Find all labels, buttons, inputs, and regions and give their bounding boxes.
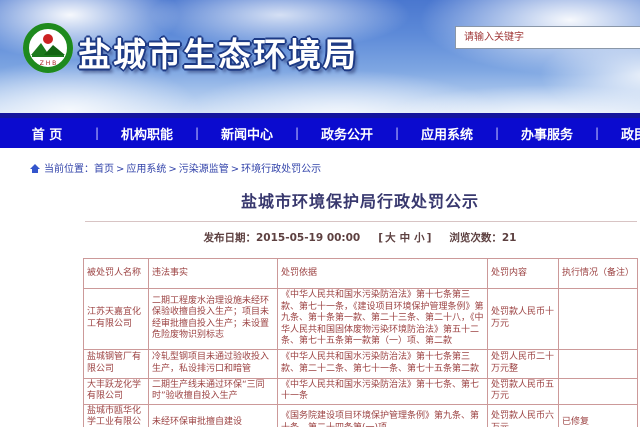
violation-cell: 二期工程废水治理设施未经环保验收擅自投入生产；项目未经审批擅自投入生产；未设置危… — [149, 289, 278, 350]
article-meta: 发布日期：2015-05-19 00:00 [大中小] 浏览次数：21 — [0, 230, 640, 245]
table-row: 盐城钢管厂有限公司 冷轧型钢项目未通过验收投入生产，私设排污口和暗管 《中华人民… — [84, 349, 638, 378]
breadcrumb-link-applications[interactable]: 应用系统 — [126, 164, 166, 175]
company-name-cell: 盐城市瓯华化学工业有限公司 — [84, 404, 149, 427]
table-row: 盐城市瓯华化学工业有限公司 未经环保审批擅自建设 《国务院建设项目环境保护管理条… — [84, 404, 638, 427]
nav-item-news[interactable]: 新闻中心 — [200, 124, 294, 143]
basis-cell: 《中华人民共和国水污染防治法》第十七条第三款、第七十一条，《建设项目环境保护管理… — [278, 289, 488, 350]
environment-bureau-logo-icon[interactable]: Z H B — [22, 22, 74, 74]
execution-cell — [559, 378, 638, 404]
font-size-small-button[interactable]: 小 — [414, 232, 425, 244]
violation-cell: 冷轧型钢项目未通过验收投入生产，私设排污口和暗管 — [149, 349, 278, 378]
nav-item-applications[interactable]: 应用系统 — [400, 124, 494, 143]
header-penalty-basis: 处罚依据 — [278, 259, 488, 289]
penalty-cell: 处罚款人民币五万元 — [488, 378, 559, 404]
company-name-cell: 大丰跃龙化学有限公司 — [84, 378, 149, 404]
basis-cell: 《中华人民共和国水污染防治法》第十七条第三款、第二十二条、第七十一条、第七十五条… — [278, 349, 488, 378]
header-violation-facts: 违法事实 — [149, 259, 278, 289]
font-size-bracket-close: ] — [427, 232, 432, 244]
cloud-decoration — [180, 70, 500, 113]
breadcrumb-separator: > — [116, 164, 124, 175]
article-title: 盐城市环境保护局行政处罚公示 — [0, 188, 640, 212]
penalty-table: 被处罚人名称 违法事实 处罚依据 处罚内容 执行情况（备注） 江苏天嘉宜化工有限… — [83, 258, 638, 427]
penalty-cell: 处罚人民币二十万元整 — [488, 349, 559, 378]
header-execution-status: 执行情况（备注） — [559, 259, 638, 289]
cloud-decoration — [380, 85, 640, 113]
site-header: Z H B 盐城市生态环境局 — [0, 0, 640, 113]
nav-item-interaction[interactable]: 政民互动 — [600, 124, 640, 143]
company-name-cell: 盐城钢管厂有限公司 — [84, 349, 149, 378]
penalty-cell: 处罚款人民币十万元 — [488, 289, 559, 350]
title-divider — [85, 221, 637, 222]
article-area: 盐城市环境保护局行政处罚公示 发布日期：2015-05-19 00:00 [大中小… — [0, 188, 640, 427]
page: Z H B 盐城市生态环境局 首 页 | 机构职能 | 新闻中心 | 政务公开 … — [0, 0, 640, 427]
breadcrumb-link-pollution-supervision[interactable]: 污染源监管 — [179, 164, 229, 175]
site-title: 盐城市生态环境局 — [78, 28, 358, 76]
nav-item-gov-info[interactable]: 政务公开 — [300, 124, 394, 143]
nav-item-home[interactable]: 首 页 — [0, 124, 94, 143]
nav-item-functions[interactable]: 机构职能 — [100, 124, 194, 143]
violation-cell: 未经环保审批擅自建设 — [149, 404, 278, 427]
view-count: 浏览次数：21 — [449, 232, 516, 244]
publish-date: 发布日期：2015-05-19 00:00 — [204, 232, 361, 244]
table-header-row: 被处罚人名称 违法事实 处罚依据 处罚内容 执行情况（备注） — [84, 259, 638, 289]
violation-cell: 二期生产线未通过环保“三同时”验收擅自投入生产 — [149, 378, 278, 404]
font-size-medium-button[interactable]: 中 — [400, 232, 411, 244]
breadcrumb-label: 当前位置： — [44, 164, 94, 175]
execution-cell: 已修复 — [559, 404, 638, 427]
search-input[interactable] — [455, 26, 640, 49]
table-row: 大丰跃龙化学有限公司 二期生产线未通过环保“三同时”验收擅自投入生产 《中华人民… — [84, 378, 638, 404]
basis-cell: 《国务院建设项目环境保护管理条例》第九条、第十条、第二十四条第(一)项 — [278, 404, 488, 427]
nav-item-services[interactable]: 办事服务 — [500, 124, 594, 143]
breadcrumb-separator: > — [231, 164, 239, 175]
font-size-large-button[interactable]: 大 — [385, 232, 396, 244]
breadcrumb-separator: > — [168, 164, 176, 175]
header-penalty-content: 处罚内容 — [488, 259, 559, 289]
font-size-bracket-open: [ — [378, 232, 383, 244]
breadcrumb-link-home[interactable]: 首页 — [94, 164, 114, 175]
penalty-cell: 处罚款人民币六万元 — [488, 404, 559, 427]
company-name-cell: 江苏天嘉宜化工有限公司 — [84, 289, 149, 350]
breadcrumb: 当前位置：首页>应用系统>污染源监管>环境行政处罚公示 — [0, 148, 640, 182]
breadcrumb-link-penalty-publicity[interactable]: 环境行政处罚公示 — [241, 164, 321, 175]
basis-cell: 《中华人民共和国水污染防治法》第十七条、第七十一条 — [278, 378, 488, 404]
header-punished-name: 被处罚人名称 — [84, 259, 149, 289]
svg-text:Z H B: Z H B — [40, 60, 57, 67]
execution-cell — [559, 349, 638, 378]
breadcrumb-home-icon — [30, 164, 40, 173]
main-nav: 首 页 | 机构职能 | 新闻中心 | 政务公开 | 应用系统 | 办事服务 |… — [0, 118, 640, 148]
execution-cell — [559, 289, 638, 350]
table-row: 江苏天嘉宜化工有限公司 二期工程废水治理设施未经环保验收擅自投入生产；项目未经审… — [84, 289, 638, 350]
